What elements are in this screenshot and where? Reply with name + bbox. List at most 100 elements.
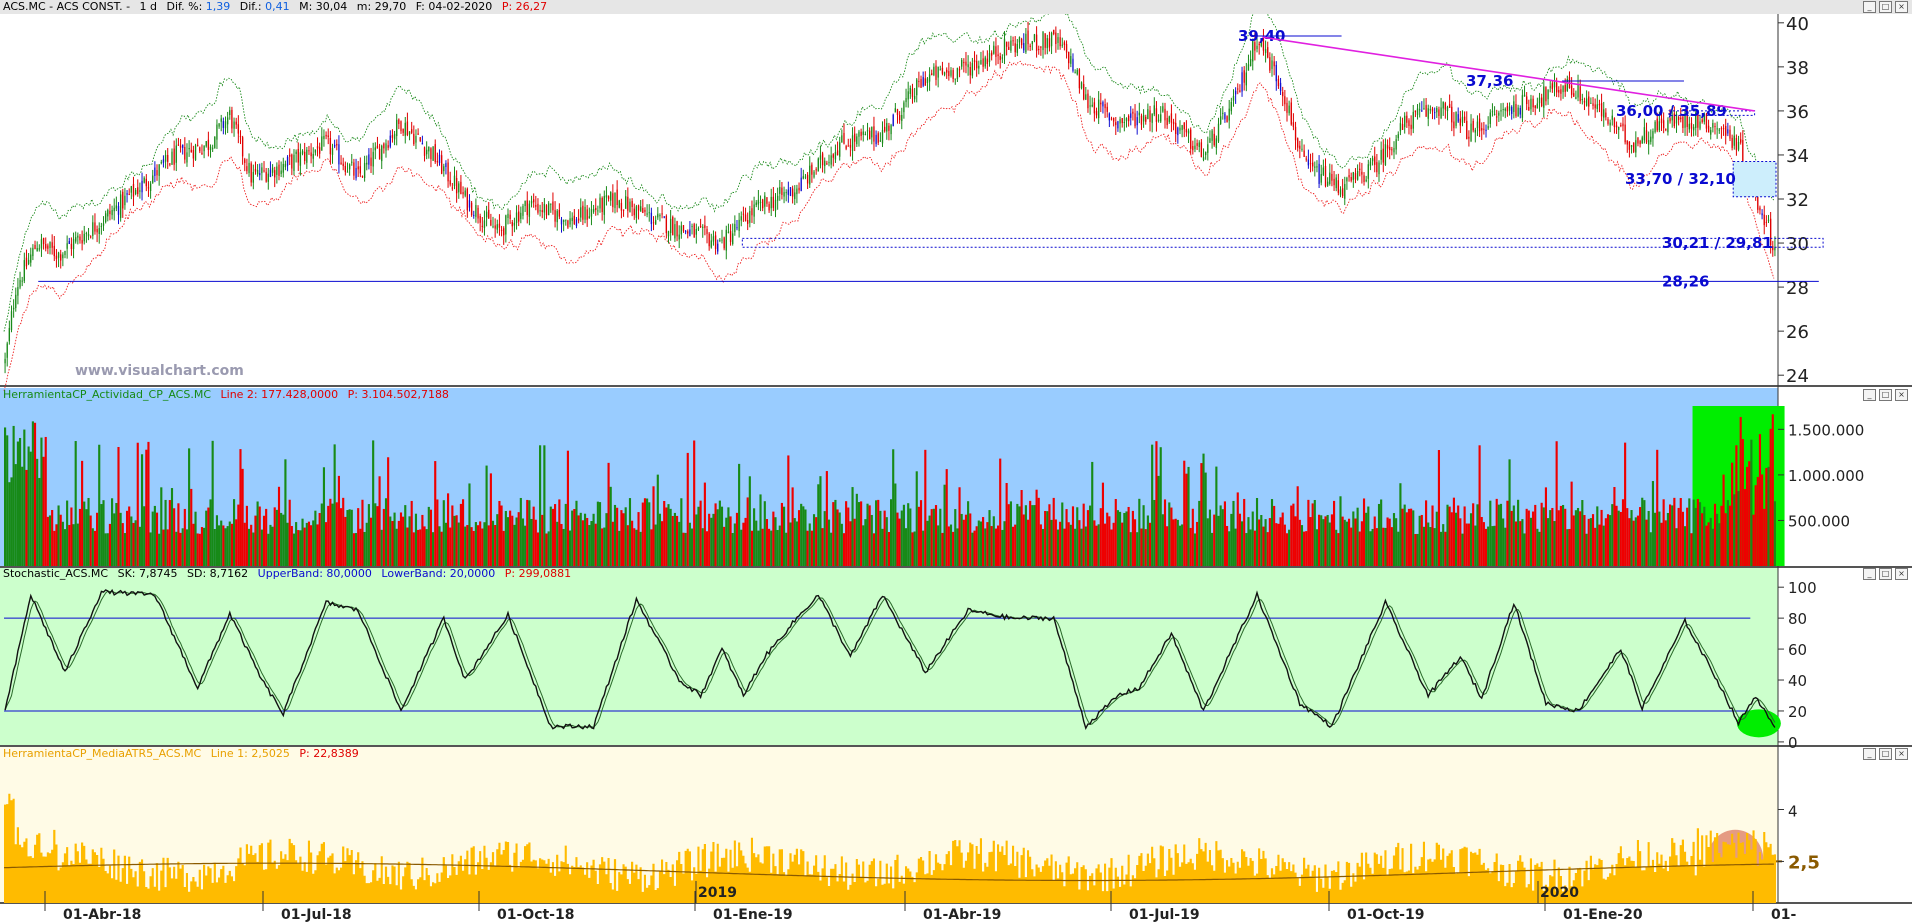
volume-bar: [862, 525, 865, 566]
volume-bar: [1713, 503, 1717, 566]
maximize-icon[interactable]: □: [1879, 568, 1892, 580]
volume-bar: [1112, 522, 1115, 566]
minimize-icon[interactable]: _: [1863, 1, 1876, 13]
candle-body: [1005, 41, 1008, 47]
candle-body: [796, 188, 798, 195]
candle-body: [1442, 101, 1444, 109]
close-icon[interactable]: ×: [1895, 568, 1908, 580]
volume-bar: [1636, 515, 1640, 566]
close-icon[interactable]: ×: [1895, 748, 1908, 760]
candle-body: [436, 160, 439, 163]
volume-bar: [1326, 514, 1329, 566]
volume-bar: [1502, 518, 1505, 566]
candle-body: [1641, 137, 1643, 144]
candle-body: [1765, 221, 1768, 223]
volume-bar: [31, 421, 34, 566]
volume-bar: [1414, 533, 1417, 566]
candle-body: [667, 231, 670, 237]
candle-body: [1412, 111, 1414, 129]
volume-bar: [53, 530, 56, 566]
volume-bar: [879, 510, 882, 566]
candle-body: [207, 139, 210, 150]
candle-body: [1247, 64, 1250, 71]
volume-bar: [329, 498, 332, 566]
volume-bar: [1052, 497, 1055, 566]
close-icon[interactable]: ×: [1895, 1, 1908, 13]
volume-bar: [284, 459, 287, 566]
volume-bar: [87, 497, 90, 566]
volume-bar: [1074, 528, 1077, 566]
candle-body: [541, 210, 543, 213]
volume-bar: [1576, 507, 1580, 566]
volume-bar: [113, 513, 116, 566]
volume-bar: [1643, 500, 1646, 566]
x-axis-label: 01-Ene-20: [1563, 907, 1643, 922]
candle-body: [547, 203, 550, 216]
x-axis-label: 01-Oct-18: [497, 907, 574, 922]
candle-body: [815, 169, 817, 171]
candle-body: [1688, 123, 1690, 130]
candle-body: [1076, 69, 1078, 75]
volume-bar: [247, 528, 251, 566]
minimize-icon[interactable]: _: [1863, 748, 1876, 760]
volume-bar: [1294, 516, 1297, 566]
candle-body: [1538, 97, 1541, 104]
candle-body: [939, 69, 941, 71]
candle-body: [1645, 130, 1648, 143]
volume-bar: [1765, 467, 1768, 566]
volume-bar: [750, 530, 754, 566]
candle-body: [1354, 173, 1357, 180]
volume-bar: [1258, 519, 1261, 566]
volume-bar: [440, 531, 443, 566]
candle-body: [875, 134, 877, 145]
candle-body: [695, 229, 697, 235]
candle-body: [1277, 78, 1280, 87]
candle-body: [969, 66, 971, 76]
volume-bar: [1133, 519, 1137, 566]
volume-bar: [549, 506, 552, 566]
volume-bar: [44, 436, 47, 566]
candle-body: [1472, 121, 1474, 131]
volume-bar: [220, 520, 223, 566]
candle-body: [1384, 144, 1387, 165]
candle-body: [913, 96, 916, 100]
volume-bar: [453, 515, 456, 566]
volume-bar: [652, 486, 655, 566]
volume-bar: [590, 521, 593, 566]
maximize-icon[interactable]: □: [1879, 748, 1892, 760]
candle-body: [916, 79, 918, 96]
candle-body: [1359, 168, 1361, 171]
volume-bar: [577, 515, 580, 566]
candle-body: [1282, 91, 1284, 97]
candle-body: [1476, 121, 1479, 129]
minimize-icon[interactable]: _: [1863, 568, 1876, 580]
candle-body: [235, 121, 237, 125]
candle-body: [1320, 174, 1322, 183]
candle-body: [85, 233, 88, 235]
minimize-icon[interactable]: _: [1863, 389, 1876, 401]
candle-body: [1097, 99, 1100, 119]
volume-bar: [451, 505, 454, 566]
volume-bar: [999, 458, 1002, 566]
candle-body: [734, 223, 736, 233]
volume-bar: [177, 503, 180, 566]
volume-bar: [1399, 483, 1402, 566]
candle-body: [573, 215, 576, 225]
volume-bar: [1615, 505, 1618, 566]
candle-body: [485, 211, 488, 218]
maximize-icon[interactable]: □: [1879, 1, 1892, 13]
volume-bar: [618, 530, 621, 566]
volume-bar: [1129, 532, 1132, 566]
candle-body: [1555, 82, 1558, 93]
candle-body: [327, 135, 329, 137]
volume-bar: [586, 517, 589, 566]
maximize-icon[interactable]: □: [1879, 389, 1892, 401]
candle-body: [901, 114, 903, 121]
volume-bar: [686, 452, 689, 566]
volume-bar: [91, 528, 94, 566]
candle-body: [1085, 94, 1087, 100]
volume-bar: [748, 476, 751, 566]
volume-bar: [399, 512, 403, 566]
close-icon[interactable]: ×: [1895, 389, 1908, 401]
candle-body: [1553, 81, 1556, 88]
